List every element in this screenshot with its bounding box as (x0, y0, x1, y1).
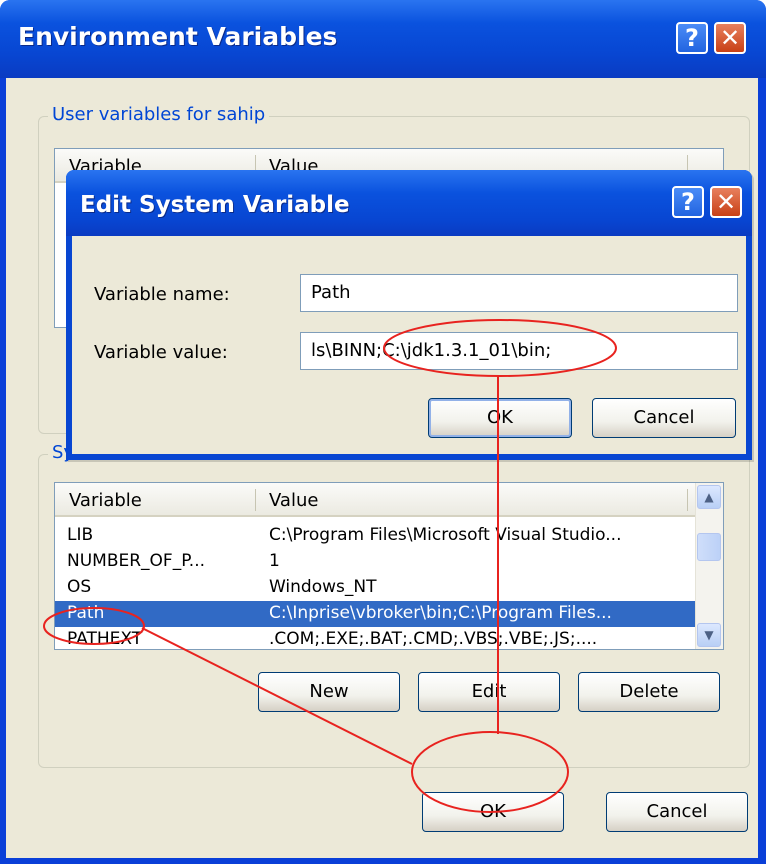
variable-name-field[interactable]: Path (300, 274, 738, 312)
help-icon[interactable]: ? (676, 22, 708, 54)
row-variable: NUMBER_OF_P... (67, 551, 206, 571)
variable-value-field[interactable]: ls\BINN;C:\jdk1.3.1_01\bin; (300, 332, 738, 370)
close-icon[interactable]: ✕ (714, 22, 746, 54)
edit-system-variable-dialog: Edit System Variable ? ✕ Variable name: … (66, 170, 752, 460)
window-titlebar[interactable]: Environment Variables ? ✕ (0, 0, 766, 78)
table-row[interactable]: LIB C:\Program Files\Microsoft Visual St… (55, 523, 723, 549)
column-separator[interactable] (687, 489, 688, 511)
column-separator[interactable] (255, 489, 256, 511)
table-row[interactable]: PATHEXT .COM;.EXE;.BAT;.CMD;.VBS;.VBE;.J… (55, 627, 723, 649)
row-variable: LIB (67, 525, 94, 545)
system-variables-list[interactable]: Variable Value LIB C:\Program Files\Micr… (54, 482, 724, 650)
user-variables-group-label: User variables for sahip (48, 104, 270, 125)
scroll-down-arrow-icon[interactable]: ▼ (697, 623, 721, 647)
row-value: 1 (269, 551, 280, 571)
row-variable: PATHEXT (67, 629, 143, 649)
table-row[interactable]: OS Windows_NT (55, 575, 723, 601)
delete-button[interactable]: Delete (578, 672, 720, 712)
help-icon[interactable]: ? (672, 186, 704, 218)
system-list-header: Variable Value (55, 483, 723, 517)
scrollbar-thumb[interactable] (697, 533, 721, 561)
row-value: C:\Program Files\Microsoft Visual Studio… (269, 525, 622, 545)
dialog-ok-button[interactable]: OK (428, 398, 572, 438)
table-row-selected[interactable]: Path C:\Inprise\vbroker\bin;C:\Program F… (55, 601, 723, 627)
row-value: .COM;.EXE;.BAT;.CMD;.VBS;.VBE;.JS;.... (269, 629, 598, 649)
variable-value-label: Variable value: (94, 342, 228, 363)
vertical-scrollbar[interactable]: ▲ ▼ (695, 483, 723, 649)
edit-button[interactable]: Edit (418, 672, 560, 712)
dialog-titlebar[interactable]: Edit System Variable ? ✕ (66, 170, 752, 236)
dialog-cancel-button[interactable]: Cancel (592, 398, 736, 438)
row-variable: Path (67, 603, 105, 623)
row-variable: OS (67, 577, 92, 597)
dialog-client-area: Variable name: Path Variable value: ls\B… (72, 236, 746, 454)
row-value: C:\Inprise\vbroker\bin;C:\Program Files.… (269, 603, 612, 623)
variable-name-label: Variable name: (94, 284, 230, 305)
ok-button[interactable]: OK (422, 792, 564, 832)
column-header-variable[interactable]: Variable (69, 490, 142, 511)
table-row[interactable]: NUMBER_OF_P... 1 (55, 549, 723, 575)
cancel-button[interactable]: Cancel (606, 792, 748, 832)
scroll-up-arrow-icon[interactable]: ▲ (697, 485, 721, 509)
close-icon[interactable]: ✕ (710, 186, 742, 218)
new-button[interactable]: New (258, 672, 400, 712)
row-value: Windows_NT (269, 577, 377, 597)
dialog-title: Edit System Variable (80, 192, 350, 218)
column-header-value[interactable]: Value (269, 490, 318, 511)
window-title: Environment Variables (18, 22, 338, 51)
